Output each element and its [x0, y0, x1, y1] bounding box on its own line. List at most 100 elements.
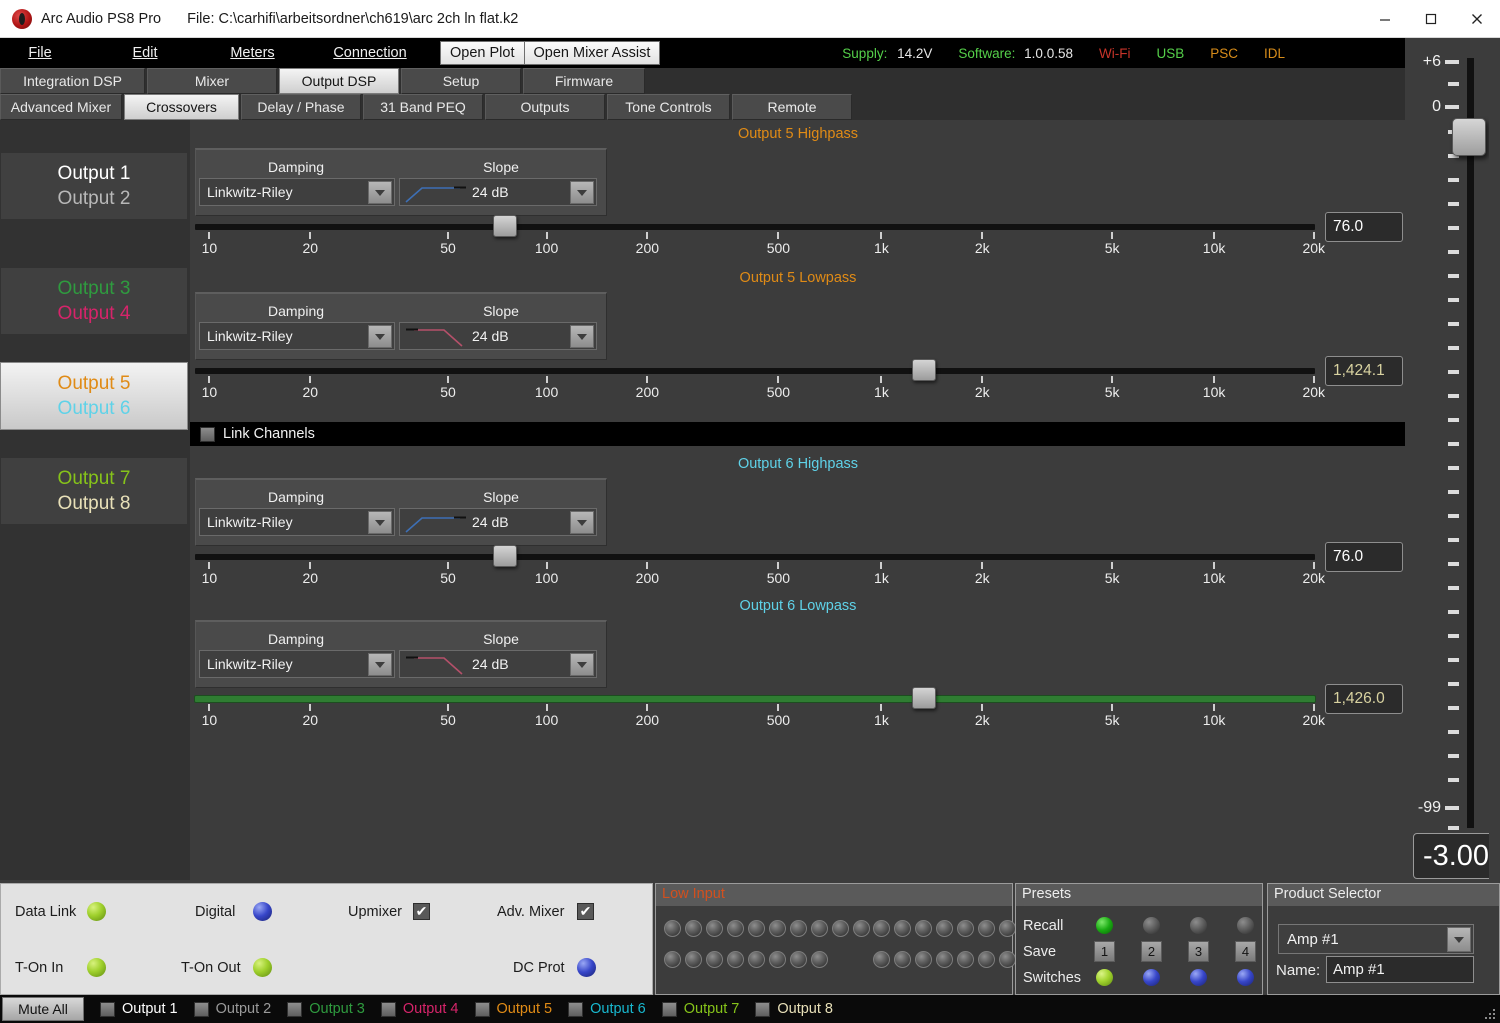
slider-track[interactable] [195, 368, 1315, 374]
preset-save-button-2[interactable]: 2 [1141, 941, 1162, 962]
slider-track[interactable] [195, 696, 1315, 702]
preset-save-button-1[interactable]: 1 [1094, 941, 1115, 962]
preset-save-button-3[interactable]: 3 [1188, 941, 1209, 962]
crossover-frequency-value[interactable]: 76.0 [1325, 212, 1403, 242]
menu-connection[interactable]: Connection [315, 42, 425, 64]
checkbox-adv-mixer[interactable]: ✔ [577, 903, 594, 920]
mute-toggle-output-6[interactable]: Output 6 [568, 1001, 646, 1017]
resize-grip-icon[interactable] [1483, 1007, 1497, 1021]
menu-meters[interactable]: Meters [205, 42, 300, 64]
preset-switch-indicator-4[interactable] [1237, 969, 1254, 986]
preset-switch-indicator-1[interactable] [1096, 969, 1113, 986]
slope-dropdown[interactable]: 24 dB [399, 508, 597, 536]
tab-outputs[interactable]: Outputs [485, 94, 605, 120]
crossover-frequency-value[interactable]: 1,426.0 [1325, 684, 1403, 714]
tab-delay-phase[interactable]: Delay / Phase [241, 94, 361, 120]
preset-recall-indicator-1[interactable] [1096, 917, 1113, 934]
chevron-down-icon[interactable] [368, 181, 392, 204]
tab-mixer[interactable]: Mixer [147, 68, 277, 94]
frequency-slider[interactable]: 10 20 50 100 200 500 1k 2k 5k 10k 20k [195, 210, 1325, 256]
mute-toggle-output-4[interactable]: Output 4 [380, 1001, 459, 1017]
slider-thumb[interactable] [912, 359, 937, 381]
chevron-down-icon[interactable] [570, 181, 594, 204]
tab-output-dsp[interactable]: Output DSP [279, 68, 399, 94]
maximize-icon[interactable] [1408, 0, 1454, 38]
chevron-down-icon[interactable] [570, 653, 594, 676]
crossover-frequency-value[interactable]: 1,424.1 [1325, 356, 1403, 386]
tab-tone-controls[interactable]: Tone Controls [607, 94, 730, 120]
tab-31-band-peq[interactable]: 31 Band PEQ [363, 94, 483, 120]
preset-switch-indicator-3[interactable] [1190, 969, 1207, 986]
preset-switch-indicator-2[interactable] [1143, 969, 1160, 986]
output-group-1-2[interactable]: Output 1 Output 2 [0, 152, 188, 220]
mute-toggle-output-7[interactable]: Output 7 [661, 1001, 739, 1017]
damping-dropdown[interactable]: Linkwitz-Riley [199, 650, 395, 678]
close-icon[interactable] [1454, 0, 1500, 38]
slider-track[interactable] [195, 224, 1315, 230]
tab-setup[interactable]: Setup [401, 68, 521, 94]
slider-thumb[interactable] [493, 545, 518, 567]
mute-toggle-output-8[interactable]: Output 8 [755, 1001, 833, 1017]
menu-file[interactable]: File [0, 42, 80, 64]
fader-rail[interactable] [1467, 58, 1474, 828]
chevron-down-icon[interactable] [570, 511, 594, 534]
product-selector-dropdown[interactable]: Amp #1 [1278, 924, 1474, 954]
slope-dropdown[interactable]: 24 dB [399, 178, 597, 206]
mute-checkbox[interactable] [474, 1001, 490, 1017]
preset-recall-indicator-3[interactable] [1190, 917, 1207, 934]
tab-firmware[interactable]: Firmware [523, 68, 645, 94]
master-volume-value[interactable]: -3.00 [1413, 833, 1499, 879]
presets-save-label: Save [1023, 944, 1057, 960]
damping-dropdown[interactable]: Linkwitz-Riley [199, 508, 395, 536]
output-group-3-4[interactable]: Output 3 Output 4 [0, 267, 188, 335]
open-plot-button[interactable]: Open Plot [440, 41, 525, 65]
link-channels-checkbox[interactable] [200, 426, 215, 442]
tab-crossovers[interactable]: Crossovers [124, 94, 239, 120]
slider-thumb[interactable] [912, 687, 937, 709]
tab-integration-dsp[interactable]: Integration DSP [0, 68, 145, 94]
checkbox-upmixer[interactable]: ✔ [413, 903, 430, 920]
product-name-input[interactable]: Amp #1 [1326, 956, 1474, 983]
mute-checkbox[interactable] [661, 1001, 677, 1017]
fader-thumb[interactable] [1452, 118, 1486, 156]
output-group-7-8[interactable]: Output 7 Output 8 [0, 457, 188, 525]
mute-checkbox[interactable] [193, 1001, 209, 1017]
vertical-scrollbar[interactable] [1489, 38, 1500, 1023]
mute-toggle-output-3[interactable]: Output 3 [287, 1001, 365, 1017]
output-group-5-6[interactable]: Output 5 Output 6 [0, 362, 188, 430]
slope-dropdown[interactable]: 24 dB [399, 322, 597, 350]
mute-checkbox[interactable] [568, 1001, 584, 1017]
tab-remote[interactable]: Remote [732, 94, 852, 120]
minimize-icon[interactable] [1362, 0, 1408, 38]
open-mixer-assist-button[interactable]: Open Mixer Assist [524, 41, 661, 65]
frequency-slider[interactable]: 10 20 50 100 200 500 1k 2k 5k 10k 20k [195, 354, 1325, 400]
crossover-control-labels: Damping Slope [196, 480, 606, 506]
mute-toggle-output-2[interactable]: Output 2 [193, 1001, 271, 1017]
mute-toggle-output-1[interactable]: Output 1 [100, 1001, 178, 1017]
slider-track[interactable] [195, 554, 1315, 560]
damping-dropdown[interactable]: Linkwitz-Riley [199, 178, 395, 206]
slope-dropdown[interactable]: 24 dB [399, 650, 597, 678]
chevron-down-icon[interactable] [570, 325, 594, 348]
preset-recall-indicator-4[interactable] [1237, 917, 1254, 934]
crossover-frequency-value[interactable]: 76.0 [1325, 542, 1403, 572]
mute-toggle-output-5[interactable]: Output 5 [474, 1001, 552, 1017]
chevron-down-icon[interactable] [1447, 927, 1471, 952]
mute-checkbox[interactable] [287, 1001, 303, 1017]
tab-advanced-mixer[interactable]: Advanced Mixer [0, 94, 122, 120]
frequency-slider[interactable]: 10 20 50 100 200 500 1k 2k 5k 10k 20k [195, 682, 1325, 728]
chevron-down-icon[interactable] [368, 511, 392, 534]
mute-checkbox[interactable] [100, 1001, 115, 1017]
link-channels-row[interactable]: Link Channels [190, 422, 1405, 446]
menu-edit[interactable]: Edit [105, 42, 185, 64]
preset-save-button-4[interactable]: 4 [1235, 941, 1256, 962]
mute-all-button[interactable]: Mute All [2, 997, 84, 1021]
chevron-down-icon[interactable] [368, 325, 392, 348]
mute-checkbox[interactable] [755, 1001, 771, 1017]
preset-recall-indicator-2[interactable] [1143, 917, 1160, 934]
frequency-slider[interactable]: 10 20 50 100 200 500 1k 2k 5k 10k 20k [195, 540, 1325, 586]
mute-checkbox[interactable] [380, 1001, 396, 1017]
damping-dropdown[interactable]: Linkwitz-Riley [199, 322, 395, 350]
slider-thumb[interactable] [493, 215, 518, 237]
chevron-down-icon[interactable] [368, 653, 392, 676]
